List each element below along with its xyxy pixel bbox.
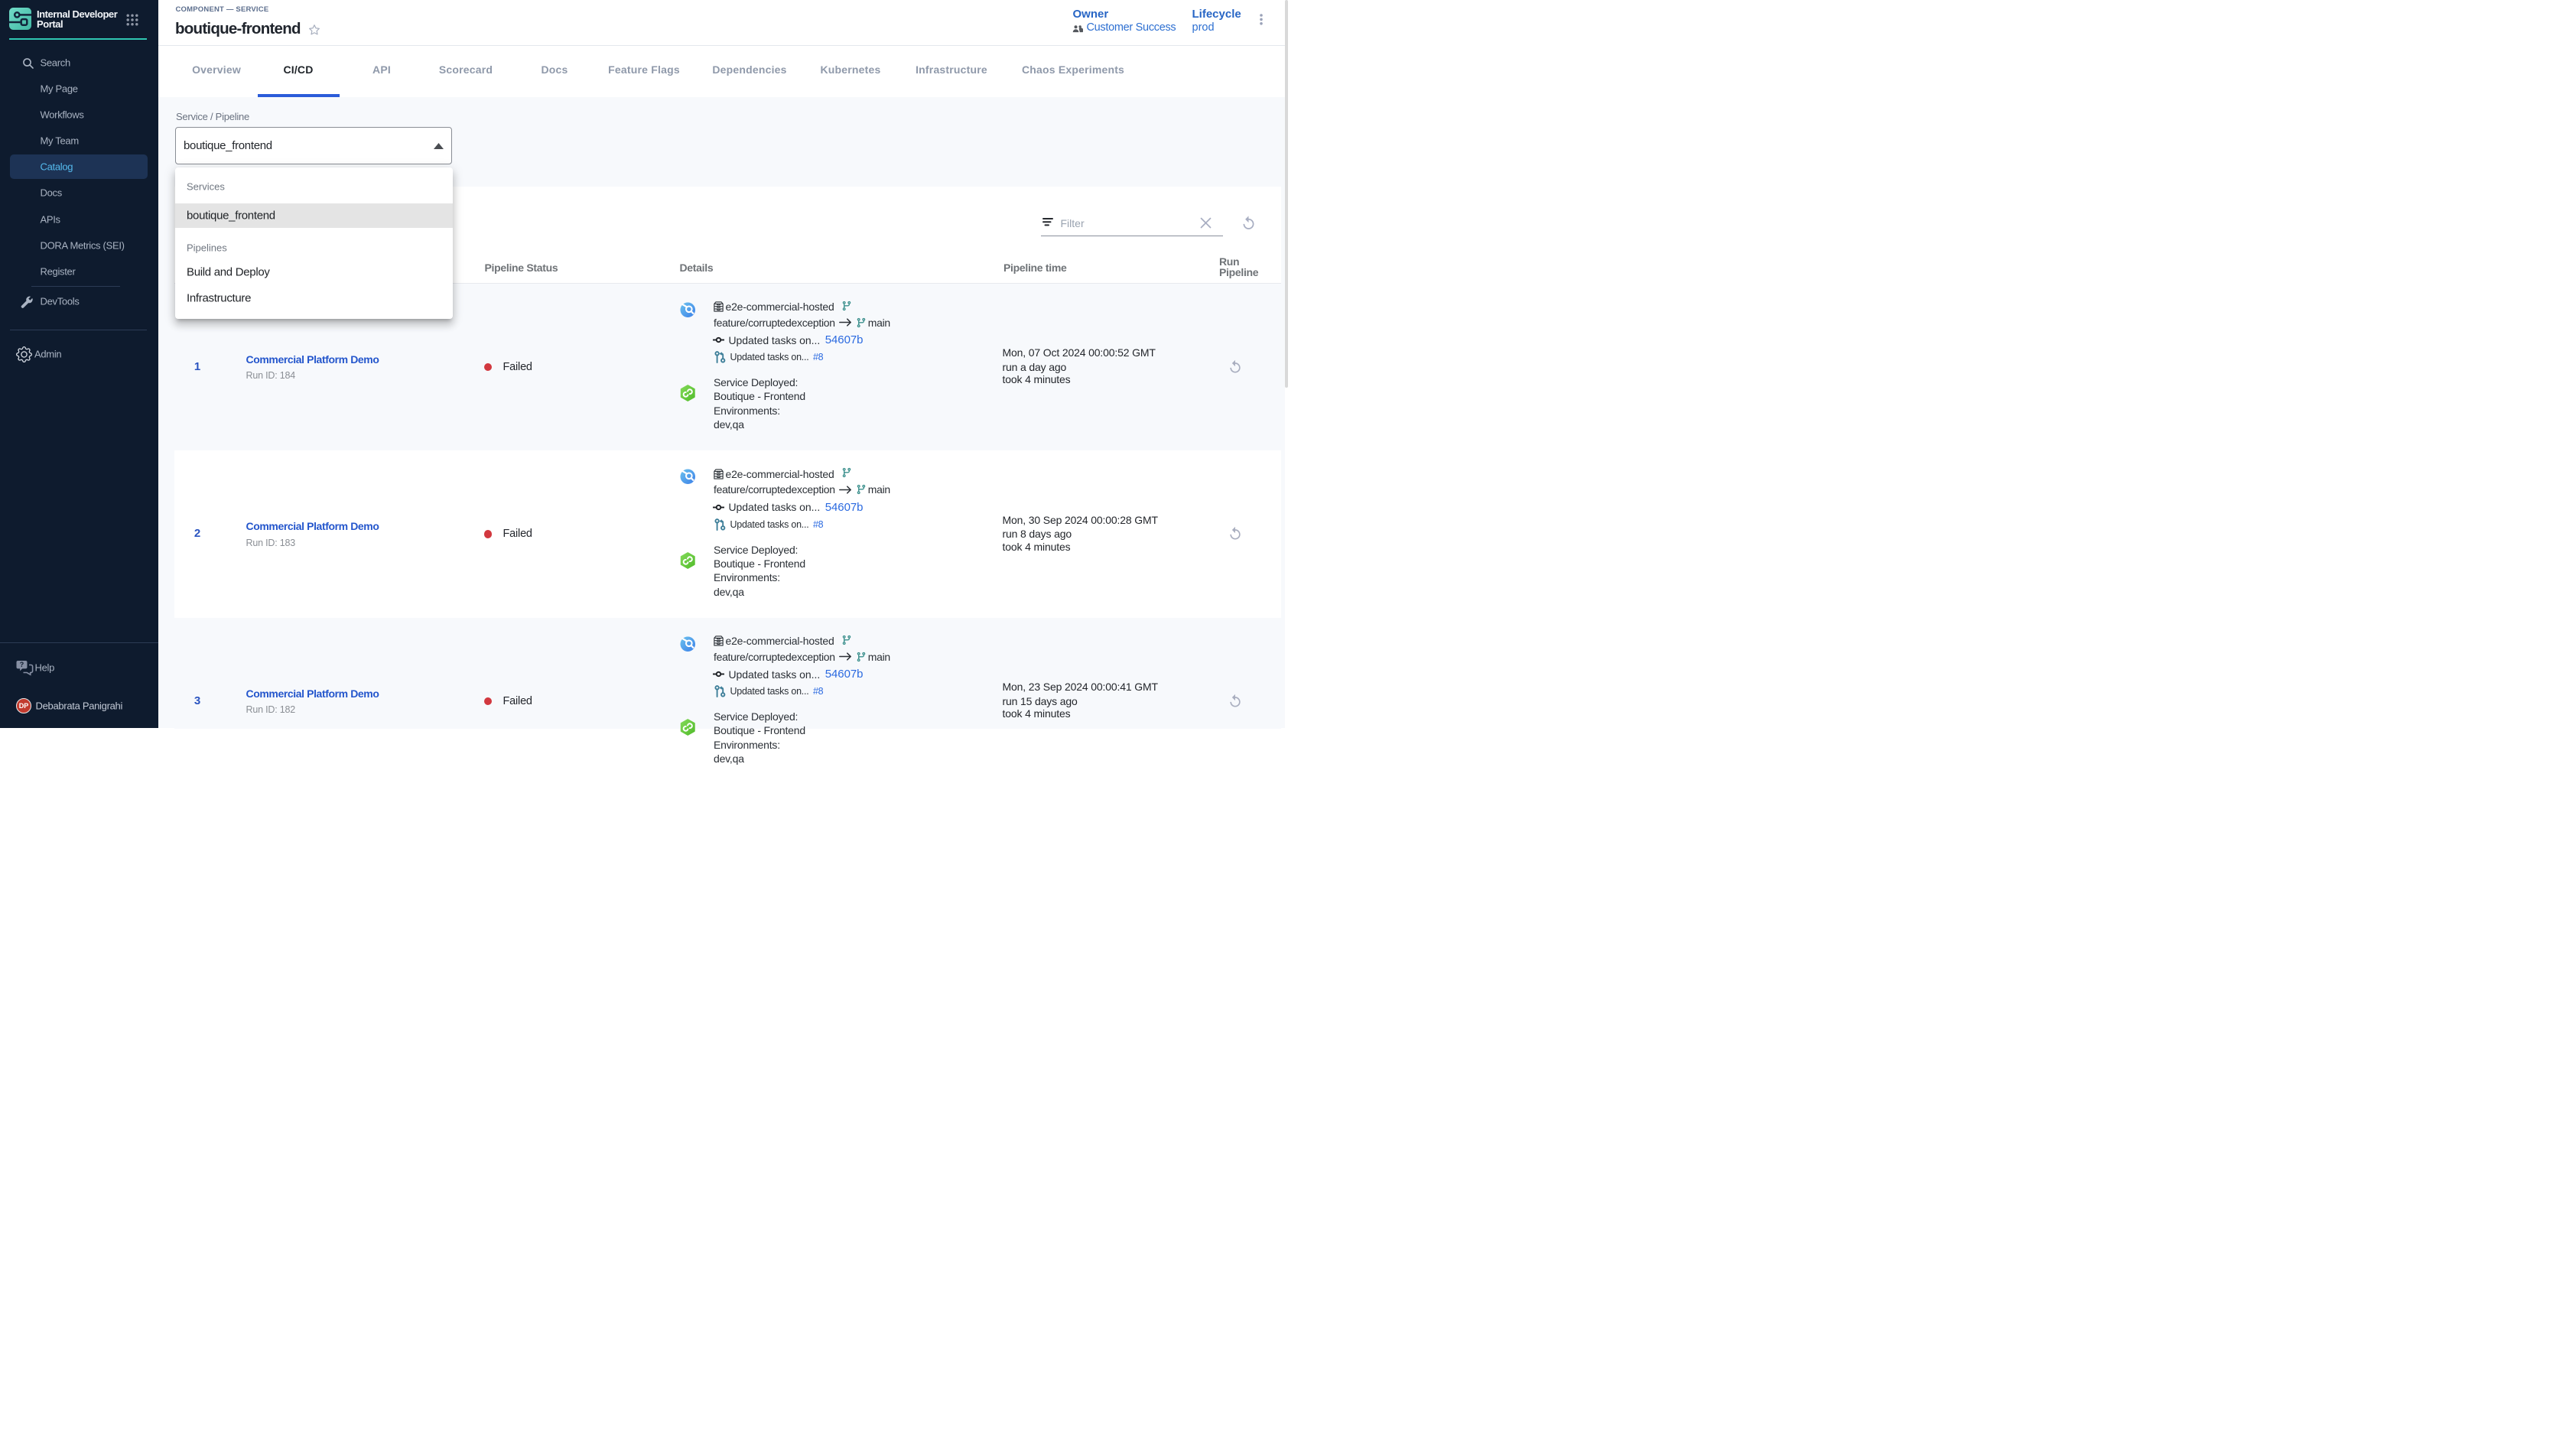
- svg-text:?: ?: [20, 661, 24, 668]
